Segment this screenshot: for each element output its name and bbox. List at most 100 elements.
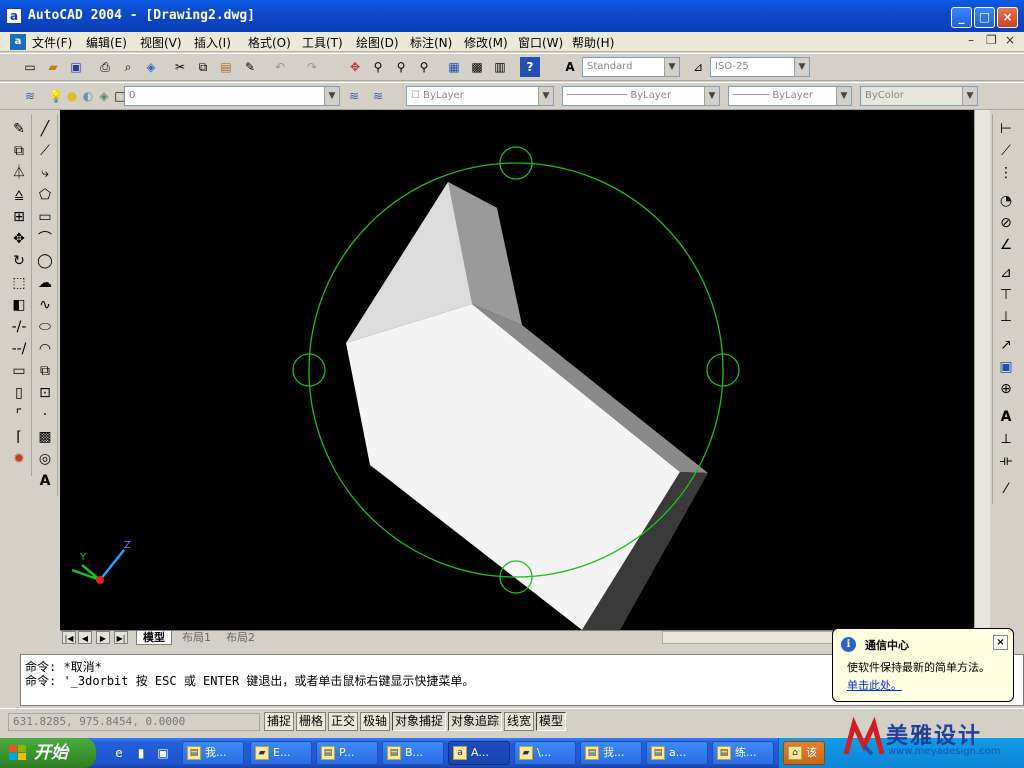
scale-icon[interactable]: ⬚	[8, 272, 30, 294]
coordinate-readout[interactable]: 631.8285, 975.8454, 0.0000	[8, 713, 260, 731]
ie-quicklaunch-icon[interactable]: e	[110, 744, 128, 762]
zoom-previous-icon[interactable]: ⚲	[414, 57, 434, 77]
taskbar-button[interactable]: ▤ 我...	[580, 741, 642, 765]
document-icon[interactable]: a	[10, 34, 26, 50]
balloon-close-icon[interactable]: ×	[993, 635, 1008, 650]
fillet-icon[interactable]: ⌈	[8, 426, 30, 448]
next-tab-icon[interactable]: ▶	[96, 631, 110, 644]
region-icon[interactable]: ◎	[34, 448, 56, 470]
ordinate-dim-icon[interactable]: ⋮	[995, 162, 1017, 184]
paste-icon[interactable]: ▤	[216, 57, 236, 77]
offset-icon[interactable]: ⩠	[8, 184, 30, 206]
hatch-icon[interactable]: ▩	[34, 426, 56, 448]
menu-view[interactable]: 视图(V)	[140, 34, 182, 51]
chevron-down-icon[interactable]: ▼	[538, 87, 553, 105]
prev-tab-icon[interactable]: ◀	[78, 631, 92, 644]
baseline-dim-icon[interactable]: ⊤	[995, 284, 1017, 306]
last-tab-icon[interactable]: ▶|	[114, 631, 128, 644]
doc-restore-button[interactable]: ❐	[986, 33, 997, 47]
chevron-down-icon[interactable]: ▼	[704, 87, 719, 105]
help-icon[interactable]: ?	[520, 57, 540, 77]
properties-icon[interactable]: ▦	[444, 57, 464, 77]
taskbar-button[interactable]: ▤ 练...	[712, 741, 774, 765]
taskbar-button[interactable]: ⌂ 该	[783, 741, 825, 765]
explode-icon[interactable]: ✹	[8, 448, 30, 470]
otrack-toggle[interactable]: 对象追踪	[448, 712, 503, 731]
lineweight-toggle[interactable]: 线宽	[504, 712, 535, 731]
dim-update-icon[interactable]: ⟛	[995, 450, 1017, 472]
redo-icon[interactable]: ↷	[302, 57, 322, 77]
tab-layout2[interactable]: 布局2	[220, 631, 261, 645]
polar-toggle[interactable]: 极轴	[360, 712, 391, 731]
copy-object-icon[interactable]: ⧉	[8, 140, 30, 162]
chevron-down-icon[interactable]: ▼	[324, 87, 339, 105]
open-icon[interactable]: ▰	[43, 57, 63, 77]
center-mark-icon[interactable]: ⊕	[995, 378, 1017, 400]
menu-edit[interactable]: 编辑(E)	[86, 34, 127, 51]
menu-help[interactable]: 帮助(H)	[572, 34, 614, 51]
chevron-down-icon[interactable]: ▼	[962, 87, 977, 105]
model-space-toggle[interactable]: 模型	[536, 712, 567, 731]
taskbar-button[interactable]: ▤ a...	[646, 741, 708, 765]
3d-orbit-view[interactable]: Y Z	[60, 110, 974, 630]
drawing-canvas[interactable]: Y Z	[60, 110, 974, 630]
radius-dim-icon[interactable]: ◔	[995, 190, 1017, 212]
spline-icon[interactable]: ∿	[34, 294, 56, 316]
start-button[interactable]: 开始	[0, 738, 96, 768]
leader-icon[interactable]: ↗	[995, 334, 1017, 356]
tool-palettes-icon[interactable]: ▥	[490, 57, 510, 77]
polyline-icon[interactable]: ⤷	[34, 162, 56, 184]
text-style-icon[interactable]: A	[560, 57, 580, 77]
taskbar-button[interactable]: ▤ P...	[316, 741, 378, 765]
taskbar-button[interactable]: ▰ E...	[250, 741, 312, 765]
grid-toggle[interactable]: 栅格	[296, 712, 327, 731]
tolerance-icon[interactable]: ▣	[995, 356, 1017, 378]
arc-icon[interactable]: ⌒	[34, 228, 56, 250]
make-current-layer-icon[interactable]: ≋	[344, 86, 364, 106]
chevron-down-icon[interactable]: ▼	[664, 58, 679, 76]
menu-file[interactable]: 文件(F)	[32, 34, 72, 51]
menu-modify[interactable]: 修改(M)	[464, 34, 508, 51]
menu-window[interactable]: 窗口(W)	[518, 34, 563, 51]
multiline-text-icon[interactable]: A	[34, 470, 56, 492]
point-icon[interactable]: ·	[34, 404, 56, 426]
ellipse-icon[interactable]: ⬭	[34, 316, 56, 338]
rotate-icon[interactable]: ↻	[8, 250, 30, 272]
continue-dim-icon[interactable]: ⊥	[995, 306, 1017, 328]
menu-draw[interactable]: 绘图(D)	[356, 34, 399, 51]
color-select[interactable]: ☐ ByLayer ▼	[406, 86, 554, 106]
layer-manager-icon[interactable]: ≋	[20, 86, 40, 106]
first-tab-icon[interactable]: |◀	[62, 631, 76, 644]
notification-balloon[interactable]: i 通信中心 × 使软件保持最新的简单方法。 单击此处。	[832, 628, 1014, 702]
stretch-icon[interactable]: ◧	[8, 294, 30, 316]
balloon-link[interactable]: 单击此处。	[847, 677, 902, 693]
mirror-icon[interactable]: ⏃	[8, 162, 30, 184]
ellipse-arc-icon[interactable]: ◠	[34, 338, 56, 360]
new-icon[interactable]: ▭	[20, 57, 40, 77]
taskbar-button[interactable]: ▰ \...	[514, 741, 576, 765]
make-block-icon[interactable]: ⊡	[34, 382, 56, 404]
save-icon[interactable]: ▣	[66, 57, 86, 77]
join-icon[interactable]: ▯	[8, 382, 30, 404]
osnap-toggle[interactable]: 对象捕捉	[392, 712, 447, 731]
tab-model[interactable]: 模型	[136, 631, 172, 645]
quick-dim-icon[interactable]: ⊿	[995, 262, 1017, 284]
desktop-quicklaunch-icon[interactable]: ▣	[154, 744, 172, 762]
chamfer-icon[interactable]: ⌜	[8, 404, 30, 426]
trim-icon[interactable]: -/-	[8, 316, 30, 338]
angular-dim-icon[interactable]: ∠	[995, 234, 1017, 256]
break-icon[interactable]: ▭	[8, 360, 30, 382]
close-button[interactable]: ×	[997, 7, 1018, 28]
diameter-dim-icon[interactable]: ⊘	[995, 212, 1017, 234]
chevron-down-icon[interactable]: ▼	[836, 87, 851, 105]
undo-icon[interactable]: ↶	[270, 57, 290, 77]
array-icon[interactable]: ⊞	[8, 206, 30, 228]
ortho-toggle[interactable]: 正交	[328, 712, 359, 731]
aligned-dim-icon[interactable]: ⟋	[995, 140, 1017, 162]
dim-style-select[interactable]: ISO-25 ▼	[710, 57, 810, 77]
minimize-button[interactable]: _	[951, 7, 972, 28]
media-quicklaunch-icon[interactable]: ▮	[132, 744, 150, 762]
menu-dimension[interactable]: 标注(N)	[410, 34, 452, 51]
plot-style-select[interactable]: ByColor ▼	[860, 86, 978, 106]
circle-icon[interactable]: ◯	[34, 250, 56, 272]
